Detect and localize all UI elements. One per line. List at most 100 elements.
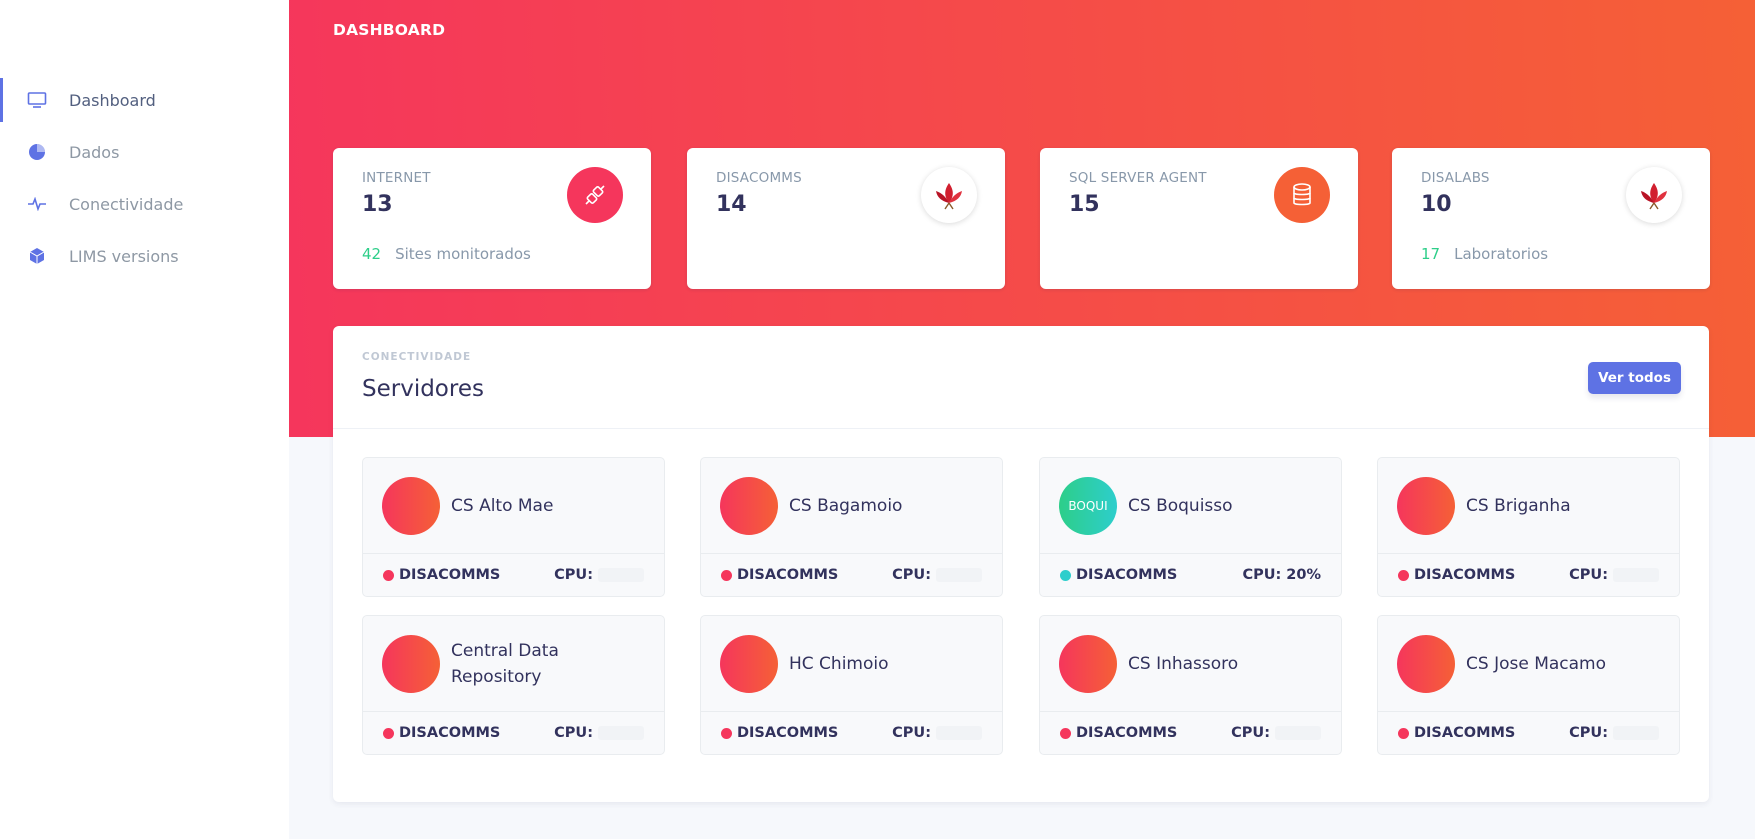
server-name: CS Jose Macamo: [1466, 654, 1607, 674]
sidebar-item-label: Dados: [69, 142, 120, 162]
server-footer: DISACOMMS CPU:: [383, 564, 644, 586]
stat-footer-label: Sites monitorados: [395, 245, 531, 263]
status-dot: [1398, 727, 1409, 739]
activity-icon: [26, 193, 48, 215]
cpu-label: CPU:: [1569, 725, 1608, 741]
cpu-readout: CPU: 20%: [1242, 567, 1321, 583]
cpu-readout: CPU:: [892, 725, 982, 741]
stat-footer-label: Laboratorios: [1454, 245, 1549, 263]
server-card[interactable]: CS Jose Macamo DISACOMMS CPU:: [1377, 615, 1680, 755]
card-title: Servidores: [362, 376, 484, 402]
cpu-readout: CPU:: [1231, 725, 1321, 741]
cpu-value: 20%: [1286, 567, 1321, 583]
service-name: DISACOMMS: [1414, 567, 1516, 583]
status-dot: [1060, 727, 1071, 739]
avatar: [382, 477, 440, 535]
server-name: CS Bagamoio: [789, 496, 903, 516]
stat-title: SQL SERVER AGENT: [1069, 170, 1207, 186]
server-footer: DISACOMMS CPU:: [1398, 722, 1659, 744]
stat-title: DISALABS: [1421, 170, 1490, 186]
stat-value: 15: [1069, 192, 1100, 217]
status-dot: [1398, 569, 1409, 581]
status-dot: [383, 727, 394, 739]
server-footer: DISACOMMS CPU:: [721, 564, 982, 586]
sidebar-item-label: Conectividade: [69, 194, 184, 214]
servers-card: CONECTIVIDADE Servidores Ver todos CS Al…: [333, 326, 1709, 802]
service-name: DISACOMMS: [1076, 725, 1178, 741]
avatar: [382, 635, 440, 693]
service-name: DISACOMMS: [399, 567, 501, 583]
server-name: CS Briganha: [1466, 496, 1571, 516]
stat-value: 14: [716, 192, 747, 217]
cpu-value-placeholder: [936, 726, 982, 740]
cpu-label: CPU:: [1242, 567, 1282, 583]
server-card[interactable]: HC Chimoio DISACOMMS CPU:: [700, 615, 1003, 755]
cpu-label: CPU:: [554, 725, 593, 741]
cpu-value-placeholder: [1613, 726, 1659, 740]
sidebar-nav: Dashboard Dados Conectividade LIMS versi…: [0, 78, 289, 286]
stat-value: 13: [362, 192, 393, 217]
server-card[interactable]: CS Inhassoro DISACOMMS CPU:: [1039, 615, 1342, 755]
server-footer: DISACOMMS CPU:: [1060, 722, 1321, 744]
server-card[interactable]: CS Alto Mae DISACOMMS CPU:: [362, 457, 665, 597]
server-name: CS Alto Mae: [451, 496, 554, 516]
stat-card-internet: INTERNET 13 42 Sites monitorados: [333, 148, 651, 289]
status-dot: [721, 569, 732, 581]
cpu-readout: CPU:: [1569, 725, 1659, 741]
cpu-value-placeholder: [1275, 726, 1321, 740]
card-header: CONECTIVIDADE Servidores Ver todos: [333, 326, 1709, 429]
stat-footer-number: 17: [1421, 245, 1441, 263]
service-name: DISACOMMS: [1076, 567, 1178, 583]
status-dot: [1060, 569, 1071, 581]
monitor-icon: [26, 89, 48, 111]
server-name: HC Chimoio: [789, 654, 889, 674]
cpu-readout: CPU:: [554, 567, 644, 583]
server-footer: DISACOMMS CPU:: [383, 722, 644, 744]
server-card[interactable]: BOQUI CS Boquisso DISACOMMS CPU: 20%: [1039, 457, 1342, 597]
server-card[interactable]: CS Bagamoio DISACOMMS CPU:: [700, 457, 1003, 597]
sidebar: Dashboard Dados Conectividade LIMS versi…: [0, 0, 289, 839]
server-card[interactable]: Central Data Repository DISACOMMS CPU:: [362, 615, 665, 755]
stat-value: 10: [1421, 192, 1452, 217]
cpu-readout: CPU:: [892, 567, 982, 583]
flower-logo-icon: [921, 167, 977, 223]
stat-card-sql-server-agent: SQL SERVER AGENT 15: [1040, 148, 1358, 289]
sidebar-item-dashboard[interactable]: Dashboard: [0, 78, 289, 122]
database-icon: [1274, 167, 1330, 223]
service-name: DISACOMMS: [1414, 725, 1516, 741]
stat-card-disalabs: DISALABS 10 17 Laboratorios: [1392, 148, 1710, 289]
sidebar-item-dados[interactable]: Dados: [0, 130, 289, 174]
server-footer: DISACOMMS CPU:: [721, 722, 982, 744]
cpu-value-placeholder: [936, 568, 982, 582]
ver-todos-button[interactable]: Ver todos: [1588, 362, 1681, 394]
page-title: DASHBOARD: [333, 21, 446, 39]
avatar: BOQUI: [1059, 477, 1117, 535]
cpu-value-placeholder: [598, 568, 644, 582]
plug-icon: [567, 167, 623, 223]
pie-chart-icon: [26, 141, 48, 163]
server-footer: DISACOMMS CPU:: [1398, 564, 1659, 586]
cpu-label: CPU:: [892, 567, 931, 583]
stat-title: DISACOMMS: [716, 170, 802, 186]
cpu-label: CPU:: [1231, 725, 1270, 741]
sidebar-item-label: LIMS versions: [69, 246, 179, 266]
avatar: [720, 477, 778, 535]
server-name: CS Inhassoro: [1128, 654, 1239, 674]
stat-card-disacomms: DISACOMMS 14: [687, 148, 1005, 289]
cpu-label: CPU:: [554, 567, 593, 583]
avatar: [720, 635, 778, 693]
cpu-readout: CPU:: [554, 725, 644, 741]
card-overline: CONECTIVIDADE: [362, 351, 472, 363]
cpu-value-placeholder: [1613, 568, 1659, 582]
stat-title: INTERNET: [362, 170, 431, 186]
server-footer: DISACOMMS CPU: 20%: [1060, 564, 1321, 586]
stat-footer: 17 Laboratorios: [1421, 245, 1548, 263]
server-name: CS Boquisso: [1128, 496, 1233, 516]
cpu-label: CPU:: [1569, 567, 1608, 583]
sidebar-item-lims-versions[interactable]: LIMS versions: [0, 234, 289, 278]
stat-footer: 42 Sites monitorados: [362, 245, 531, 263]
sidebar-item-conectividade[interactable]: Conectividade: [0, 182, 289, 226]
avatar: [1397, 477, 1455, 535]
cpu-readout: CPU:: [1569, 567, 1659, 583]
server-card[interactable]: CS Briganha DISACOMMS CPU:: [1377, 457, 1680, 597]
